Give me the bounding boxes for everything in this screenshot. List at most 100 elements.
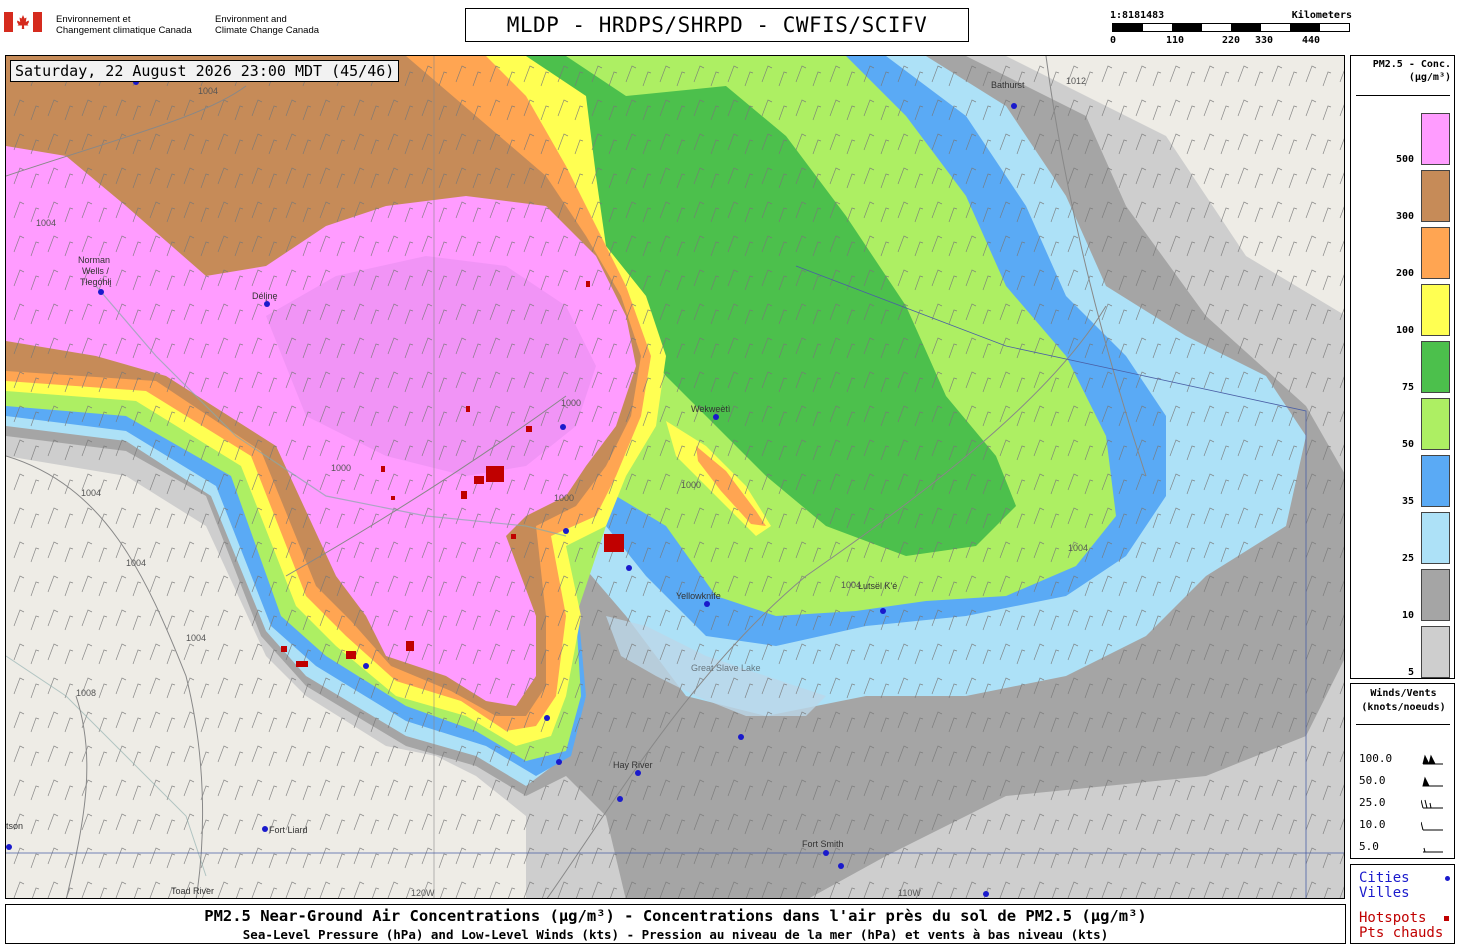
city-label-norman-wells-1: Norman: [78, 255, 110, 265]
gov-fr-line2: Changement climatique Canada: [56, 25, 192, 36]
pm25-swatch-label-5: 5: [1407, 667, 1414, 678]
city-label-norman-wells-2: Wells /: [82, 266, 109, 276]
gov-fr-line1: Environnement et: [56, 14, 131, 25]
wind-row-50: 50.0: [1359, 774, 1386, 787]
city-label-hay-river: Hay River: [613, 760, 653, 770]
wind-legend-title: Winds/Vents (knots/noeuds): [1351, 687, 1456, 715]
hotspots-label-line1: Hotspots: [1359, 910, 1427, 926]
government-name-fr: Environnement et Changement climatique C…: [56, 14, 216, 36]
wind-barb-10-icon: [1421, 821, 1443, 831]
city-dot-lutselke: [880, 608, 886, 614]
pm25-swatch-label-75: 75: [1401, 382, 1414, 393]
wind-barb-100-icon: [1422, 754, 1443, 765]
city-dot-yellowknife-west: [626, 565, 632, 571]
hotspots-label-line2: Pts chauds: [1359, 925, 1444, 941]
wind-legend: Winds/Vents (knots/noeuds) 100.0 50.0 25…: [1350, 683, 1455, 859]
city-dot-south: [983, 891, 989, 897]
city-label-bathurst: Bathurst: [991, 80, 1025, 90]
isobar-label-1012: 1012: [1066, 76, 1086, 86]
wind-row-5: 5.0: [1359, 840, 1379, 853]
pm25-swatch-100: [1421, 284, 1450, 336]
smoke-map[interactable]: Norman Wells / Tłegóhłį Délįnę Wekweètì …: [5, 55, 1345, 899]
wind-legend-title-line2: (knots/noeuds): [1361, 702, 1446, 713]
government-name-en: Environment and Climate Change Canada: [215, 14, 375, 36]
isobar-label-1004-east: 1004: [841, 580, 861, 590]
pm25-swatch-25: [1421, 512, 1450, 564]
product-title: MLDP - HRDPS/SHRPD - CWFIS/SCIFV: [465, 8, 969, 42]
pm25-swatch-300: [1421, 170, 1450, 222]
city-dot-wekweeti: [713, 414, 719, 420]
scale-ratio: 1:8181483: [1110, 10, 1165, 21]
pm25-swatch-10: [1421, 569, 1450, 621]
footer-subtitle: Sea-Level Pressure (hPa) and Low-Level W…: [242, 927, 1109, 942]
wind-row-10: 10.0: [1359, 818, 1386, 831]
wind-barb-50-icon: [1422, 776, 1443, 787]
isobar-label-1000-c: 1000: [554, 493, 574, 503]
city-dot-norman-wells: [98, 289, 104, 295]
isobar-label-1004-w3: 1004: [186, 633, 206, 643]
pm25-swatch-label-10: 10: [1401, 610, 1414, 621]
scale-unit: Kilometers: [1291, 10, 1352, 21]
isobar-label-1008: 1008: [76, 688, 96, 698]
scale-bar: 1:8181483 Kilometers 0 110 220 330 440: [1110, 10, 1352, 50]
city-dot-fort-smith: [823, 850, 829, 856]
pm25-swatch-5: [1421, 626, 1450, 678]
isobar-label-1004-w2: 1004: [126, 558, 146, 568]
pm25-swatch-75: [1421, 341, 1450, 393]
pm25-swatch-label-200: 200: [1395, 268, 1414, 279]
wind-barb-25-icon: [1421, 799, 1443, 809]
city-label-fort-smith: Fort Smith: [802, 839, 844, 849]
scale-tick-110: 110: [1166, 35, 1185, 46]
city-label-yellowknife: Yellowknife: [676, 591, 721, 601]
cities-label-line2: Villes: [1359, 885, 1410, 901]
city-dot-fort-smith-2: [838, 863, 844, 869]
pm25-legend-title-line1: PM2.5 - Conc.: [1372, 59, 1451, 70]
pm25-swatch-label-300: 300: [1395, 211, 1414, 222]
wind-legend-title-line1: Winds/Vents: [1370, 688, 1437, 699]
city-dot-fort-providence: [544, 715, 550, 721]
isobar-label-1000-b: 1000: [331, 463, 351, 473]
city-dot-fort-simpson: [556, 759, 562, 765]
wind-barbs-layer: [6, 56, 1344, 898]
pm25-legend-title-line2: (µg/m³): [1408, 72, 1451, 83]
hotspot-marker-icon: [1444, 916, 1449, 921]
city-dot-wrigley: [363, 663, 369, 669]
scale-tick-440: 440: [1302, 35, 1321, 46]
isobar-label-1004-north: 1004: [198, 86, 218, 96]
gov-en-line2: Climate Change Canada: [215, 25, 320, 36]
isobar-label-1000-a: 1000: [561, 398, 581, 408]
isobar-label-1000-d: 1000: [681, 480, 701, 490]
wind-legend-divider: [1356, 724, 1450, 725]
wind-row-100: 100.0: [1359, 752, 1393, 765]
city-dot-bathurst-inlet: [1011, 103, 1017, 109]
city-dot-deline: [264, 301, 270, 307]
cities-label-line1: Cities: [1359, 870, 1410, 886]
scale-bar-graphic: [1112, 23, 1350, 32]
city-label-toad-river: Toad River: [171, 886, 214, 896]
city-dot-kakisa: [617, 796, 623, 802]
city-label-watson-lake: tson: [6, 821, 23, 831]
pm25-legend: PM2.5 - Conc. (µg/m³) 500 300 200 100 75 50 35…: [1350, 55, 1455, 679]
footer-title: PM2.5 Near-Ground Air Concentrations (µg…: [204, 907, 1147, 925]
city-label-lutselke: Łutsël K'é: [858, 581, 897, 591]
city-label-wekweeti: Wekweètì: [691, 404, 730, 414]
pm25-swatch-35: [1421, 455, 1450, 507]
pm25-legend-title: PM2.5 - Conc. (µg/m³): [1355, 58, 1451, 84]
pm25-swatch-200: [1421, 227, 1450, 279]
city-dot-fort-resolution: [738, 734, 744, 740]
government-logo: [4, 12, 42, 32]
cities-legend-label: Cities Villes: [1359, 871, 1410, 901]
hotspots-legend-label: Hotspots Pts chauds: [1359, 911, 1443, 941]
meridian-label-110w: 110W: [898, 888, 921, 898]
scale-tick-220: 220: [1222, 35, 1241, 46]
pm25-swatch-label-25: 25: [1401, 553, 1414, 564]
city-dot-watson-lake: [6, 844, 12, 850]
city-dot-yellowknife: [704, 601, 710, 607]
city-dot-fort-liard: [262, 826, 268, 832]
city-label-norman-wells-3: Tłegóhłį: [80, 277, 112, 287]
meridian-label-120w: 120W: [411, 888, 435, 898]
city-dot-hay-river: [635, 770, 641, 776]
map-canvas[interactable]: Norman Wells / Tłegóhłį Délįnę Wekweètì …: [6, 56, 1345, 899]
city-label-fort-liard: Fort Liard: [269, 825, 308, 835]
wind-row-25: 25.0: [1359, 796, 1386, 809]
